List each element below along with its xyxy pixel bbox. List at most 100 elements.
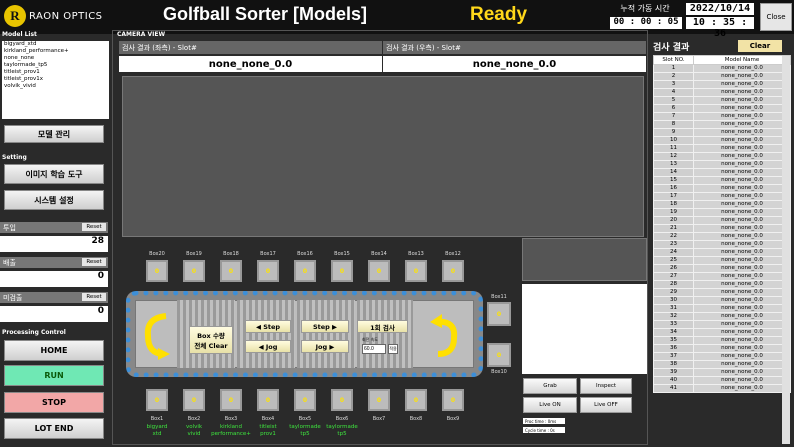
table-row[interactable]: 13 none_none_0.0 xyxy=(653,160,791,169)
bottom-box[interactable]: 0 xyxy=(331,389,353,411)
table-row[interactable]: 36 none_none_0.0 xyxy=(653,344,791,353)
table-row[interactable]: 25 none_none_0.0 xyxy=(653,256,791,265)
bottom-box[interactable]: 0 xyxy=(405,389,427,411)
bottom-box[interactable]: 0 xyxy=(294,389,316,411)
table-row[interactable]: 6 none_none_0.0 xyxy=(653,104,791,113)
run-button[interactable]: RUN xyxy=(4,365,104,386)
table-row[interactable]: 28 none_none_0.0 xyxy=(653,280,791,289)
top-box[interactable]: 0 xyxy=(220,260,242,282)
bottom-box[interactable]: 0 xyxy=(220,389,242,411)
top-box[interactable]: 0 xyxy=(442,260,464,282)
table-row[interactable]: 14 none_none_0.0 xyxy=(653,168,791,177)
undetected-count-reset-button[interactable]: Reset xyxy=(82,293,106,301)
top-box[interactable]: 0 xyxy=(183,260,205,282)
top-box[interactable]: 0 xyxy=(405,260,427,282)
lot-end-button[interactable]: LOT END xyxy=(4,418,104,439)
box-label: Box19 xyxy=(186,251,202,257)
table-row[interactable]: 22 none_none_0.0 xyxy=(653,232,791,241)
table-row[interactable]: 37 none_none_0.0 xyxy=(653,352,791,361)
table-row[interactable]: 21 none_none_0.0 xyxy=(653,224,791,233)
results-scrollbar[interactable] xyxy=(782,56,790,444)
model-list-item[interactable]: volvik_vivid xyxy=(2,83,109,90)
table-row[interactable]: 32 none_none_0.0 xyxy=(653,312,791,321)
single-inspect-button[interactable]: 1회 검사 xyxy=(357,320,408,333)
top-box[interactable]: 0 xyxy=(368,260,390,282)
box-label: Box20 xyxy=(149,251,165,257)
jog-forward-button[interactable]: Jog ▶ xyxy=(301,340,349,353)
live-on-button[interactable]: Live ON xyxy=(523,397,577,413)
table-row[interactable]: 26 none_none_0.0 xyxy=(653,264,791,273)
table-row[interactable]: 19 none_none_0.0 xyxy=(653,208,791,217)
box10[interactable]: 0 xyxy=(487,343,511,367)
rotate-speed-input[interactable] xyxy=(362,344,386,354)
model-list-item[interactable]: taylormade_tp5 xyxy=(2,62,109,69)
table-row[interactable]: 15 none_none_0.0 xyxy=(653,176,791,185)
table-row[interactable]: 41 none_none_0.0 xyxy=(653,384,791,393)
table-row[interactable]: 7 none_none_0.0 xyxy=(653,112,791,121)
table-row[interactable]: 34 none_none_0.0 xyxy=(653,328,791,337)
table-row[interactable]: 23 none_none_0.0 xyxy=(653,240,791,249)
box-count-clear-button[interactable]: Box 수량 전체 Clear xyxy=(189,326,233,354)
bottom-box[interactable]: 0 xyxy=(146,389,168,411)
bottom-box[interactable]: 0 xyxy=(257,389,279,411)
jog-back-button[interactable]: ◀ Jog xyxy=(245,340,291,353)
top-box[interactable]: 0 xyxy=(331,260,353,282)
table-row[interactable]: 30 none_none_0.0 xyxy=(653,296,791,305)
table-row[interactable]: 20 none_none_0.0 xyxy=(653,216,791,225)
table-row[interactable]: 24 none_none_0.0 xyxy=(653,248,791,257)
table-row[interactable]: 40 none_none_0.0 xyxy=(653,376,791,385)
table-row[interactable]: 5 none_none_0.0 xyxy=(653,96,791,105)
output-count-reset-button[interactable]: Reset xyxy=(82,258,106,266)
box-model-name: bigyard xtd xyxy=(137,424,177,438)
model-list-item[interactable]: kirkland_performance+ xyxy=(2,48,109,55)
top-box[interactable]: 0 xyxy=(146,260,168,282)
step-back-button[interactable]: ◀ Step xyxy=(245,320,291,333)
table-row[interactable]: 8 none_none_0.0 xyxy=(653,120,791,129)
table-row[interactable]: 17 none_none_0.0 xyxy=(653,192,791,201)
top-box[interactable]: 0 xyxy=(294,260,316,282)
rotate-speed-apply-button[interactable]: 적용 xyxy=(388,344,398,354)
table-row[interactable]: 18 none_none_0.0 xyxy=(653,200,791,209)
box11[interactable]: 0 xyxy=(487,302,511,326)
inspect-button[interactable]: Inspect xyxy=(580,378,632,394)
table-row[interactable]: 9 none_none_0.0 xyxy=(653,128,791,137)
table-row[interactable]: 2 none_none_0.0 xyxy=(653,72,791,81)
model-list[interactable]: bigyard_xtd kirkland_performance+ none_non… xyxy=(2,41,109,119)
stop-button[interactable]: STOP xyxy=(4,392,104,413)
table-row[interactable]: 33 none_none_0.0 xyxy=(653,320,791,329)
model-list-item[interactable]: titleist_prov1x xyxy=(2,76,109,83)
table-row[interactable]: 29 none_none_0.0 xyxy=(653,288,791,297)
bottom-box[interactable]: 0 xyxy=(368,389,390,411)
image-training-tool-button[interactable]: 이미지 학습 도구 xyxy=(4,164,104,184)
table-row[interactable]: 27 none_none_0.0 xyxy=(653,272,791,281)
bottom-box[interactable]: 0 xyxy=(442,389,464,411)
model-list-item[interactable]: bigyard_xtd xyxy=(2,41,109,48)
model-list-item[interactable]: none_none xyxy=(2,55,109,62)
preview-dark xyxy=(522,238,647,281)
table-row[interactable]: 39 none_none_0.0 xyxy=(653,368,791,377)
table-row[interactable]: 4 none_none_0.0 xyxy=(653,88,791,97)
table-row[interactable]: 11 none_none_0.0 xyxy=(653,144,791,153)
model-name-cell: none_none_0.0 xyxy=(693,272,791,281)
grab-button[interactable]: Grab xyxy=(523,378,577,394)
model-list-item[interactable]: titleist_prov1 xyxy=(2,69,109,76)
table-row[interactable]: 1 none_none_0.0 xyxy=(653,64,791,73)
model-manage-button[interactable]: 모델 관리 xyxy=(4,125,104,143)
table-row[interactable]: 38 none_none_0.0 xyxy=(653,360,791,369)
results-clear-button[interactable]: Clear xyxy=(738,40,782,52)
top-box[interactable]: 0 xyxy=(257,260,279,282)
table-row[interactable]: 10 none_none_0.0 xyxy=(653,136,791,145)
table-row[interactable]: 16 none_none_0.0 xyxy=(653,184,791,193)
input-count-reset-button[interactable]: Reset xyxy=(82,223,106,231)
bottom-box[interactable]: 0 xyxy=(183,389,205,411)
table-row[interactable]: 12 none_none_0.0 xyxy=(653,152,791,161)
close-button[interactable]: Close xyxy=(760,3,792,31)
system-settings-button[interactable]: 시스템 설정 xyxy=(4,190,104,210)
step-forward-button[interactable]: Step ▶ xyxy=(301,320,349,333)
table-row[interactable]: 31 none_none_0.0 xyxy=(653,304,791,313)
live-off-button[interactable]: Live OFF xyxy=(580,397,632,413)
home-button[interactable]: HOME xyxy=(4,340,104,361)
table-row[interactable]: 3 none_none_0.0 xyxy=(653,80,791,89)
table-row[interactable]: 35 none_none_0.0 xyxy=(653,336,791,345)
model-name-cell: none_none_0.0 xyxy=(693,192,791,201)
